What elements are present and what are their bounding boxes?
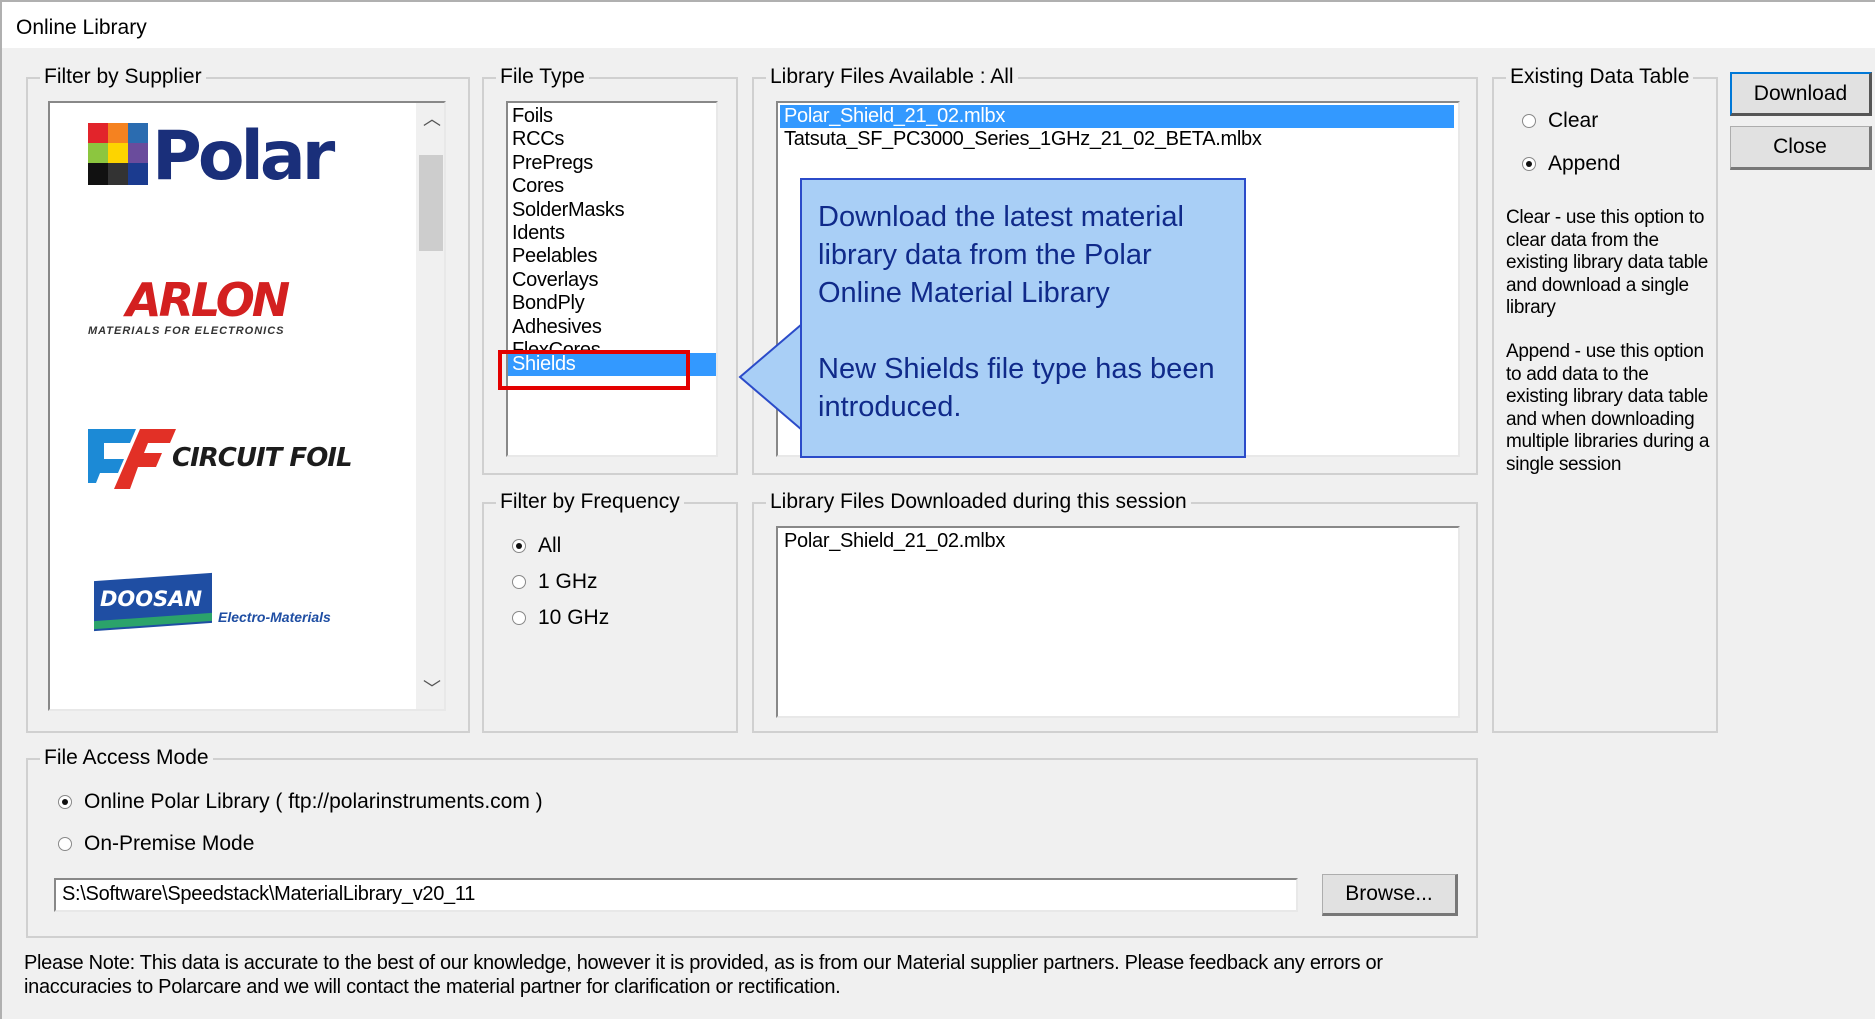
freq-10ghz-circle[interactable] [512,611,526,625]
downloaded-item[interactable]: Polar_Shield_21_02.mlbx [780,530,1456,553]
supplier-scrollbar[interactable]: ︿ ﹀ [416,103,444,709]
file-type-item[interactable]: PrePregs [508,152,716,175]
scroll-thumb[interactable] [419,155,443,251]
online-mode-radio[interactable]: Online Polar Library ( ftp://polarinstru… [58,790,543,814]
disclaimer-note: Please Note: This data is accurate to th… [24,952,1524,999]
clear-radio-label: Clear [1548,109,1599,132]
close-button[interactable]: Close [1730,126,1872,170]
file-type-item[interactable]: RCCs [508,128,716,151]
file-type-group: File Type Foils RCCs PrePregs Cores Sold… [482,65,738,475]
append-help-text: Append - use this option to add data to … [1506,341,1710,475]
file-type-item[interactable]: Adhesives [508,316,716,339]
freq-1ghz-circle[interactable] [512,575,526,589]
clear-help-text: Clear - use this option to clear data fr… [1506,207,1709,318]
frequency-label: Filter by Frequency [496,490,684,514]
file-type-item[interactable]: SolderMasks [508,199,716,222]
downloaded-group: Library Files Downloaded during this ses… [752,490,1478,733]
freq-all-label: All [538,534,562,557]
access-mode-label: File Access Mode [40,746,213,770]
browse-button[interactable]: Browse... [1322,874,1458,916]
append-radio[interactable]: Append [1522,152,1620,176]
frequency-group: Filter by Frequency All 1 GHz 10 GHz [482,490,738,733]
onpremise-mode-label: On-Premise Mode [84,832,255,855]
freq-all-circle[interactable] [512,539,526,553]
title-bar: Online Library [0,0,1875,48]
downloaded-list[interactable]: Polar_Shield_21_02.mlbx [776,526,1460,718]
existing-table-label: Existing Data Table [1506,65,1694,89]
online-mode-circle[interactable] [58,795,72,809]
library-file-item[interactable]: Tatsuta_SF_PC3000_Series_1GHz_21_02_BETA… [780,128,1456,151]
disclaimer-line-1: Please Note: This data is accurate to th… [24,952,1383,974]
file-type-item[interactable]: BondPly [508,292,716,315]
doosan-tagline: Electro-Materials [218,609,331,625]
freq-1ghz-radio[interactable]: 1 GHz [512,570,598,594]
library-files-label: Library Files Available : All [766,65,1018,89]
onpremise-mode-radio[interactable]: On-Premise Mode [58,832,254,856]
downloaded-label: Library Files Downloaded during this ses… [766,490,1191,514]
arlon-logo[interactable]: ARLON MATERIALS FOR ELECTRONICS [88,273,358,343]
freq-all-radio[interactable]: All [512,534,561,558]
arlon-tagline: MATERIALS FOR ELECTRONICS [88,325,285,337]
online-mode-label: Online Polar Library ( ftp://polarinstru… [84,790,543,813]
file-type-item[interactable]: Cores [508,175,716,198]
file-type-item[interactable]: Peelables [508,245,716,268]
library-file-item-selected[interactable]: Polar_Shield_21_02.mlbx [780,105,1454,129]
file-type-item[interactable]: Idents [508,222,716,245]
onpremise-mode-circle[interactable] [58,837,72,851]
circuit-foil-logo[interactable]: CIRCUIT FOIL [88,423,368,493]
append-radio-label: Append [1548,152,1621,175]
circuit-foil-text: CIRCUIT FOIL [172,443,353,473]
file-type-label: File Type [496,65,589,89]
scroll-up-icon[interactable]: ︿ [423,105,441,131]
scroll-down-icon[interactable]: ﹀ [423,675,441,701]
callout-box: Download the latest material library dat… [800,178,1246,458]
disclaimer-line-2: inaccuracies to Polarcare and we will co… [24,975,841,998]
file-type-item[interactable]: Foils [508,105,716,128]
supplier-group: Filter by Supplier Polar ARLON MATERIALS… [26,65,470,733]
append-radio-circle[interactable] [1522,157,1536,171]
access-mode-group: File Access Mode Online Polar Library ( … [26,746,1478,938]
doosan-text: DOOSAN [100,587,203,611]
callout-pointer [738,322,806,432]
doosan-logo[interactable]: DOOSAN Electro-Materials [94,572,374,643]
path-input[interactable]: S:\Software\Speedstack\MaterialLibrary_v… [54,878,1298,912]
arlon-logo-text: ARLON [126,273,290,327]
file-type-item[interactable]: Coverlays [508,269,716,292]
circuit-foil-mark [88,429,176,489]
supplier-logo-list[interactable]: Polar ARLON MATERIALS FOR ELECTRONICS CI… [48,101,446,711]
callout-text-1: Download the latest material library dat… [818,201,1184,309]
download-button[interactable]: Download [1730,72,1872,116]
freq-1ghz-label: 1 GHz [538,570,598,593]
polar-logo[interactable]: Polar [88,117,358,201]
clear-radio-circle[interactable] [1522,114,1536,128]
window-title: Online Library [16,16,147,39]
callout-text-2: New Shields file type has been introduce… [818,353,1215,423]
file-type-list[interactable]: Foils RCCs PrePregs Cores SolderMasks Id… [506,101,718,457]
supplier-group-label: Filter by Supplier [40,65,206,89]
freq-10ghz-label: 10 GHz [538,606,610,629]
shields-highlight [498,350,690,390]
window-left-border [0,0,2,1019]
clear-radio[interactable]: Clear [1522,109,1598,133]
existing-table-group: Existing Data Table Clear Append Clear -… [1492,65,1718,733]
polar-logo-text: Polar [152,117,335,196]
freq-10ghz-radio[interactable]: 10 GHz [512,606,609,630]
